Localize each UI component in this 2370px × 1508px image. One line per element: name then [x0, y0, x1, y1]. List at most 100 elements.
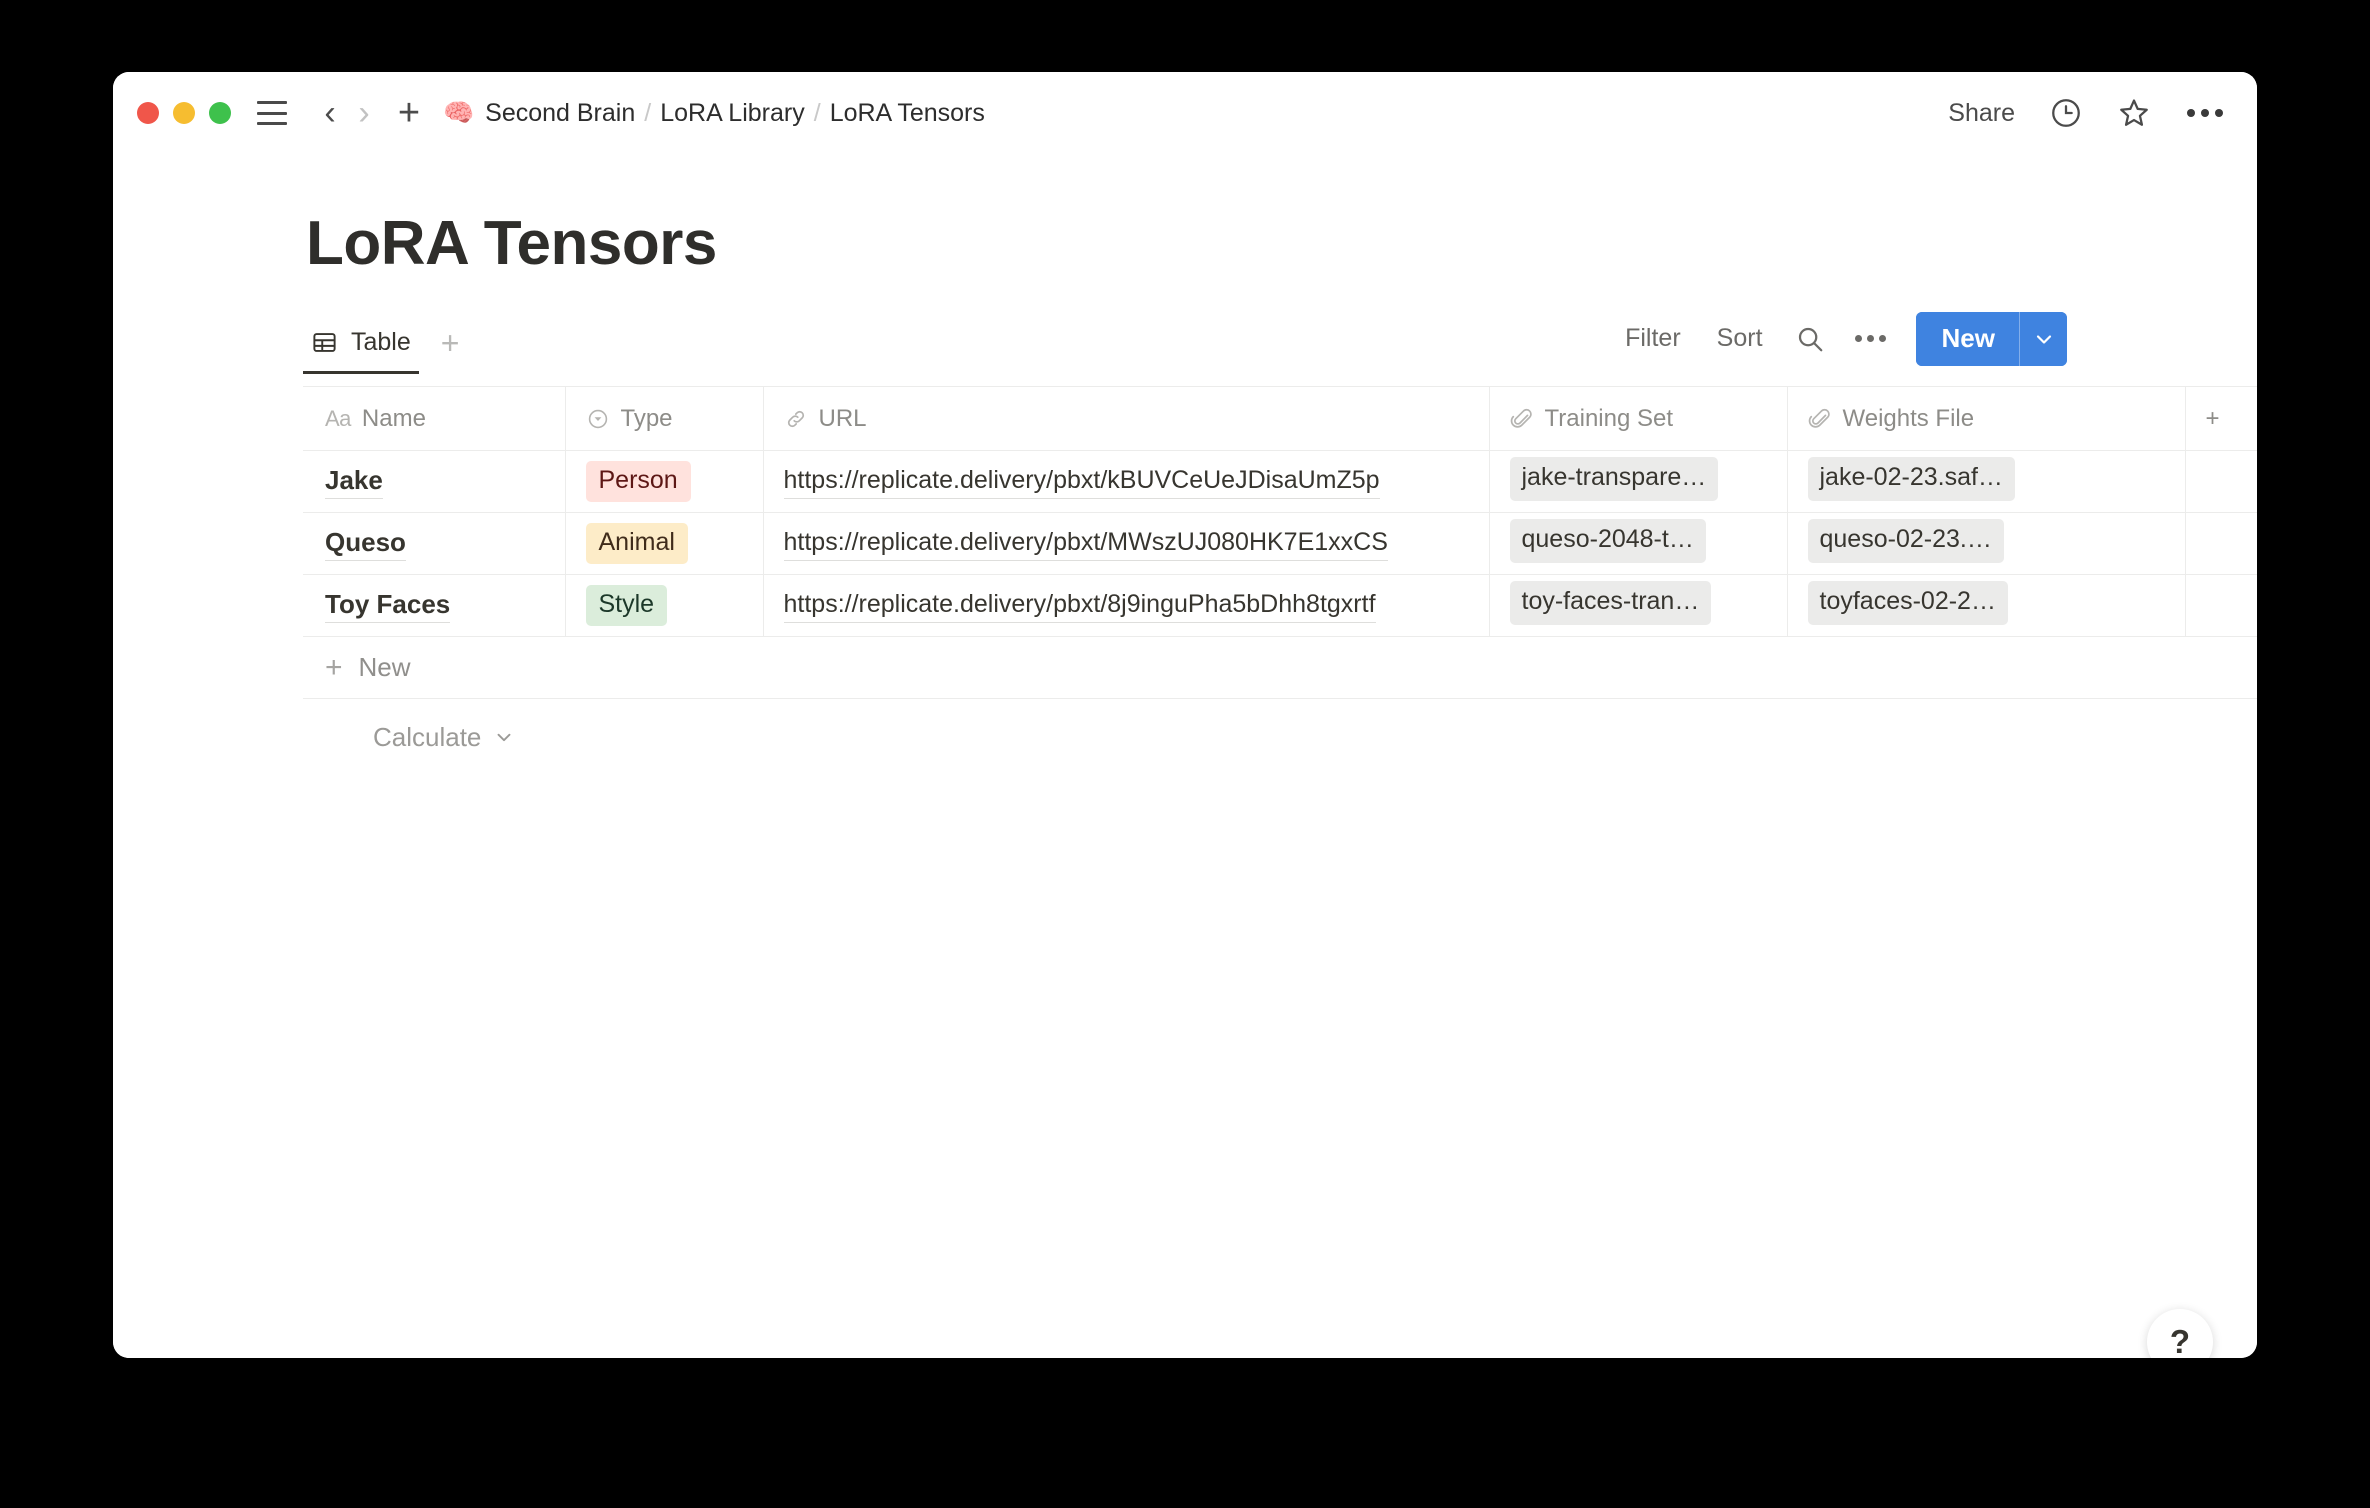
search-icon[interactable]	[1781, 316, 1839, 362]
breadcrumb-separator: /	[813, 98, 821, 127]
cell-url[interactable]: https://replicate.delivery/pbxt/8j9inguP…	[763, 574, 1490, 638]
new-row[interactable]: + New	[303, 636, 2257, 700]
file-chip[interactable]: queso-02-23.…	[1807, 519, 2004, 563]
cell-training-set[interactable]: jake-transpare…	[1489, 450, 1788, 514]
close-window-button[interactable]	[137, 102, 159, 124]
url-link[interactable]: https://replicate.delivery/pbxt/MWszUJ08…	[783, 526, 1388, 561]
search-glyph	[1798, 327, 1822, 352]
file-chip[interactable]: jake-transpare…	[1509, 457, 1719, 501]
cell-type[interactable]: Animal	[565, 512, 764, 576]
new-record-dropdown-icon[interactable]	[2019, 311, 2067, 367]
dot	[2201, 109, 2209, 117]
tab-table[interactable]: Table	[303, 324, 419, 375]
title-icon: Aa	[325, 405, 351, 431]
record-title-link[interactable]: Toy Faces	[325, 588, 451, 623]
column-header-weights-file[interactable]: Weights File	[1787, 386, 2186, 452]
paperclip-icon	[1808, 408, 1830, 428]
cell-url[interactable]: https://replicate.delivery/pbxt/MWszUJ08…	[763, 512, 1490, 576]
view-tabs: Table +	[303, 324, 472, 375]
calculate-label: Calculate	[373, 721, 482, 752]
new-page-plus-icon[interactable]: +	[389, 94, 429, 132]
add-column-icon[interactable]: +	[2185, 386, 2257, 452]
desktop-background: ‹ › + 🧠 Second Brain / LoRA Library / Lo…	[0, 0, 2370, 1508]
table-header-row: Aa Name Type URL Training Set Weights Fi…	[303, 386, 2257, 452]
column-header-training-set[interactable]: Training Set	[1489, 386, 1788, 452]
cell-type[interactable]: Person	[565, 450, 764, 514]
column-header-name[interactable]: Aa Name	[303, 386, 566, 452]
breadcrumb-item-workspace[interactable]: Second Brain	[485, 99, 635, 128]
add-view-icon[interactable]: +	[429, 327, 472, 371]
url-link[interactable]: https://replicate.delivery/pbxt/8j9inguP…	[783, 588, 1376, 623]
hamburger-line	[257, 122, 287, 125]
star-icon[interactable]	[2117, 96, 2151, 130]
cell-type[interactable]: Style	[565, 574, 764, 638]
traffic-lights	[137, 102, 231, 124]
cell-weights-file[interactable]: jake-02-23.saf…	[1787, 450, 2186, 514]
maximize-window-button[interactable]	[209, 102, 231, 124]
cell-name[interactable]: Toy Faces	[303, 574, 566, 638]
url-link[interactable]: https://replicate.delivery/pbxt/kBUVCeUe…	[783, 464, 1380, 499]
forward-navigation-icon[interactable]: ›	[347, 96, 381, 130]
titlebar-actions: Share	[1948, 96, 2225, 130]
column-header-url-label: URL	[818, 404, 867, 432]
sort-button[interactable]: Sort	[1699, 316, 1781, 361]
brain-icon: 🧠	[443, 98, 475, 127]
page-title: LoRA Tensors	[306, 209, 717, 278]
record-title-link[interactable]: Queso	[325, 526, 406, 561]
dot	[1866, 335, 1874, 343]
more-options-icon[interactable]	[2185, 103, 2225, 123]
cell-weights-file[interactable]: toyfaces-02-2…	[1787, 574, 2186, 638]
dot	[1878, 335, 1886, 343]
page-content: LoRA Tensors Table + Filter Sort New Aa …	[113, 211, 2257, 1358]
clock-icon[interactable]	[2049, 96, 2083, 130]
sidebar-toggle-icon[interactable]	[257, 101, 287, 125]
cell-training-set[interactable]: queso-2048-t…	[1489, 512, 1788, 576]
cell-weights-file[interactable]: queso-02-23.…	[1787, 512, 2186, 576]
breadcrumb: 🧠 Second Brain / LoRA Library / LoRA Ten…	[443, 99, 985, 128]
paperclip-icon	[1510, 408, 1532, 428]
breadcrumb-separator: /	[644, 98, 652, 127]
database-table: Aa Name Type URL Training Set Weights Fi…	[303, 386, 2257, 700]
view-more-options-icon[interactable]	[1839, 323, 1902, 354]
chevron-down-icon	[497, 733, 511, 742]
column-header-url[interactable]: URL	[763, 386, 1490, 452]
type-tag: Style	[585, 584, 668, 627]
new-row-cell[interactable]: + New	[303, 636, 2257, 700]
table-row[interactable]: Jake Person https://replicate.delivery/p…	[303, 450, 2257, 514]
cell-name[interactable]: Jake	[303, 450, 566, 514]
new-row-label: New	[358, 652, 411, 683]
dot	[2215, 109, 2223, 117]
cell-url[interactable]: https://replicate.delivery/pbxt/kBUVCeUe…	[763, 450, 1490, 514]
window-titlebar: ‹ › + 🧠 Second Brain / LoRA Library / Lo…	[113, 72, 2257, 154]
file-chip[interactable]: jake-02-23.saf…	[1807, 457, 2015, 501]
dot	[2187, 109, 2195, 117]
cell-training-set[interactable]: toy-faces-tran…	[1489, 574, 1788, 638]
breadcrumb-item-current[interactable]: LoRA Tensors	[830, 99, 985, 128]
cell-empty	[2185, 450, 2257, 514]
cell-name[interactable]: Queso	[303, 512, 566, 576]
type-tag: Person	[585, 460, 691, 503]
column-header-type[interactable]: Type	[565, 386, 764, 452]
dot	[1854, 335, 1862, 343]
file-chip[interactable]: toyfaces-02-2…	[1807, 581, 2008, 625]
back-navigation-icon[interactable]: ‹	[313, 96, 347, 130]
chevron-down-icon	[2036, 335, 2051, 344]
view-controls: Filter Sort New	[1607, 311, 2067, 375]
filter-button[interactable]: Filter	[1607, 316, 1699, 361]
file-chip[interactable]: queso-2048-t…	[1509, 519, 1706, 563]
table-row[interactable]: Toy Faces Style https://replicate.delive…	[303, 574, 2257, 638]
new-record-button[interactable]: New	[1915, 311, 2019, 367]
hamburger-line	[257, 111, 287, 115]
table-row[interactable]: Queso Animal https://replicate.delivery/…	[303, 512, 2257, 576]
link-icon	[787, 410, 804, 427]
new-button-group: New	[1915, 311, 2067, 367]
type-tag: Animal	[585, 522, 688, 565]
file-chip[interactable]: toy-faces-tran…	[1509, 581, 1712, 625]
minimize-window-button[interactable]	[173, 102, 195, 124]
breadcrumb-item-parent[interactable]: LoRA Library	[660, 99, 805, 128]
record-title-link[interactable]: Jake	[325, 464, 383, 499]
help-button[interactable]: ?	[2147, 1309, 2213, 1358]
calculate-button[interactable]: Calculate	[373, 722, 515, 753]
cell-empty	[2185, 574, 2257, 638]
share-button[interactable]: Share	[1948, 99, 2015, 128]
